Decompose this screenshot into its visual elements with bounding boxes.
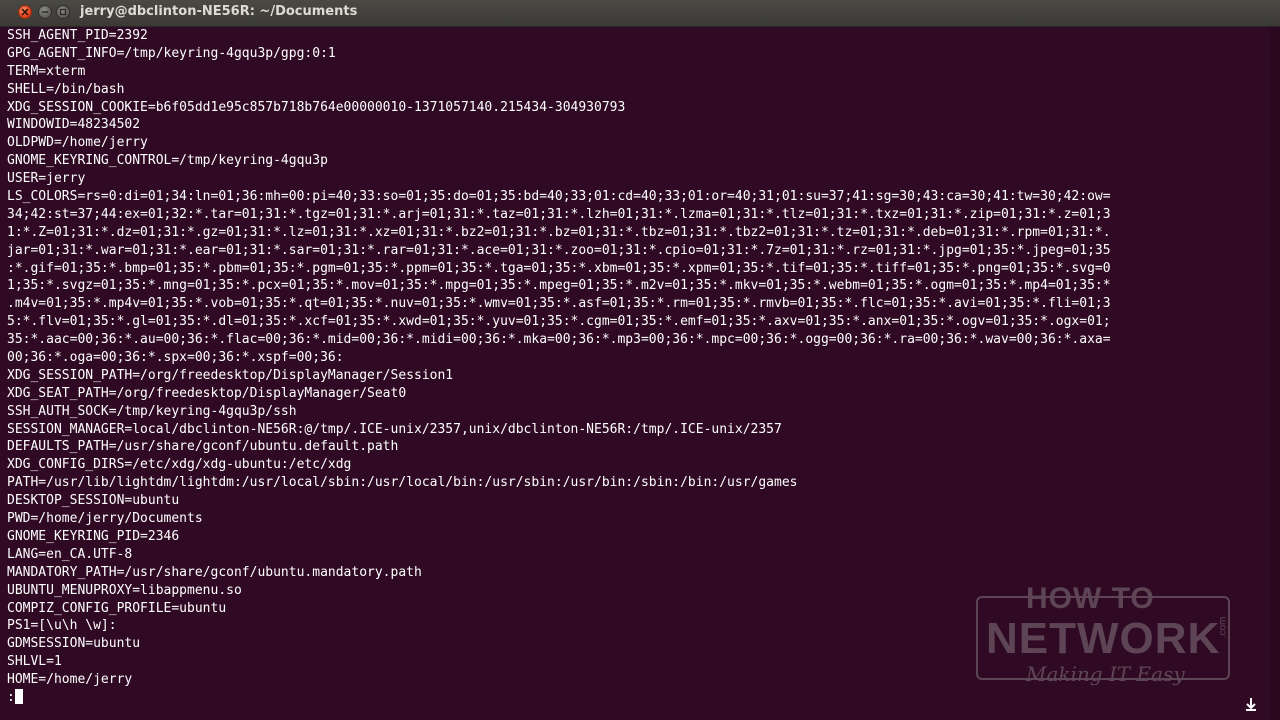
text-cursor <box>14 688 23 704</box>
terminal-line: GNOME_KEYRING_PID=2346 <box>7 528 180 544</box>
terminal-line: SHELL=/bin/bash <box>7 81 125 97</box>
title-bar[interactable]: jerry@dbclinton-NE56R: ~/Documents <box>0 0 1280 27</box>
terminal-line: XDG_SESSION_COOKIE=b6f05dd1e95c857b718b7… <box>7 99 626 115</box>
terminal-line: SSH_AGENT_PID=2392 <box>7 28 148 43</box>
terminal-line: 34;42:st=37;44:ex=01;32:*.tar=01;31:*.tg… <box>7 206 1111 222</box>
minimize-window-button[interactable] <box>38 5 52 19</box>
terminal-line: 35:*.aac=00;36:*.au=00;36:*.flac=00;36:*… <box>7 332 1111 348</box>
maximize-icon <box>59 8 67 16</box>
window-title: jerry@dbclinton-NE56R: ~/Documents <box>80 4 358 19</box>
terminal-window: jerry@dbclinton-NE56R: ~/Documents SSH_A… <box>0 0 1280 720</box>
terminal-line: XDG_SESSION_PATH=/org/freedesktop/Displa… <box>7 367 454 383</box>
terminal-line: :*.gif=01;35:*.bmp=01;35:*.pbm=01;35:*.p… <box>7 260 1111 276</box>
maximize-window-button[interactable] <box>56 5 70 19</box>
minimize-icon <box>41 11 49 13</box>
terminal-line: TERM=xterm <box>7 63 86 79</box>
terminal-scrollbar[interactable] <box>1270 27 1280 720</box>
terminal-line: 00;36:*.oga=00;36:*.spx=00;36:*.xspf=00;… <box>7 350 344 366</box>
close-window-button[interactable] <box>18 5 32 19</box>
watermark-line1: HOW TO <box>1026 582 1155 615</box>
terminal-line: 1;35:*.svgz=01;35:*.mng=01;35:*.pcx=01;3… <box>7 278 1111 294</box>
terminal-line: DEFAULTS_PATH=/usr/share/gconf/ubuntu.de… <box>7 439 399 455</box>
terminal-line: USER=jerry <box>7 171 86 187</box>
terminal-line: WINDOWID=48234502 <box>7 117 141 133</box>
terminal-line: SSH_AUTH_SOCK=/tmp/keyring-4gqu3p/ssh <box>7 403 297 419</box>
terminal-line: PWD=/home/jerry/Documents <box>7 511 203 527</box>
terminal-line: GPG_AGENT_INFO=/tmp/keyring-4gqu3p/gpg:0… <box>7 45 336 61</box>
watermark-suffix: .com <box>1217 616 1229 639</box>
terminal-line: SESSION_MANAGER=local/dbclinton-NE56R:@/… <box>7 421 782 437</box>
terminal-line: XDG_CONFIG_DIRS=/etc/xdg/xdg-ubuntu:/etc… <box>7 457 352 473</box>
watermark-logo: HOW TO NETWORK .com Making IT Easy <box>976 582 1230 692</box>
watermark-tagline: Making IT Easy <box>1026 662 1185 686</box>
terminal-line: DESKTOP_SESSION=ubuntu <box>7 493 180 509</box>
close-icon <box>21 8 29 16</box>
terminal-line: .m4v=01;35:*.mp4v=01;35:*.vob=01;35:*.qt… <box>7 296 1111 312</box>
terminal-line: 1:*.Z=01;31:*.dz=01;31:*.gz=01;31:*.lz=0… <box>7 224 1111 240</box>
pager-prompt: : <box>7 689 15 705</box>
terminal-line: MANDATORY_PATH=/usr/share/gconf/ubuntu.m… <box>7 564 422 580</box>
terminal-line: 5:*.flv=01;35:*.gl=01;35:*.dl=01;35:*.xc… <box>7 314 1111 330</box>
scroll-down-arrow-icon[interactable] <box>1243 696 1259 712</box>
watermark-line2: NETWORK <box>986 614 1221 663</box>
terminal-line: jar=01;31:*.war=01;31:*.ear=01;31:*.sar=… <box>7 242 1111 258</box>
terminal-line: LS_COLORS=rs=0:di=01;34:ln=01;36:mh=00:p… <box>7 189 1111 205</box>
terminal-line: OLDPWD=/home/jerry <box>7 135 148 151</box>
terminal-line: PATH=/usr/lib/lightdm/lightdm:/usr/local… <box>7 475 798 491</box>
terminal-line: LANG=en_CA.UTF-8 <box>7 546 133 562</box>
terminal-line: GNOME_KEYRING_CONTROL=/tmp/keyring-4gqu3… <box>7 153 328 169</box>
terminal-line: XDG_SEAT_PATH=/org/freedesktop/DisplayMa… <box>7 385 407 401</box>
